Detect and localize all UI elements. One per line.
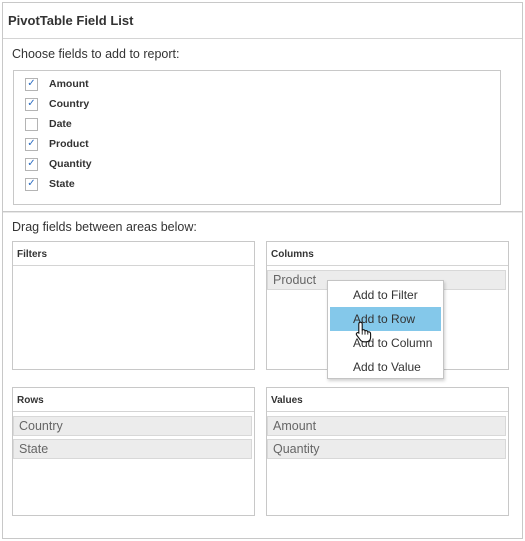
field-item-quantity[interactable]: ✓ Quantity [25,156,92,172]
section-divider [3,211,522,213]
field-label-date: Date [49,118,72,130]
values-area[interactable]: Values Amount Quantity [266,387,509,516]
field-label-quantity: Quantity [49,158,92,170]
checkbox-state[interactable]: ✓ [25,177,38,191]
values-item-amount[interactable]: Amount [267,416,506,436]
columns-area-title: Columns [267,242,508,266]
checkbox-amount[interactable]: ✓ [25,77,38,91]
field-label-product: Product [49,138,89,150]
filters-area-title: Filters [13,242,254,266]
check-icon: ✓ [27,178,36,189]
checkbox-product[interactable]: ✓ [25,137,38,151]
pivot-field-list-panel: PivotTable Field List Choose fields to a… [2,2,523,539]
rows-area[interactable]: Rows Country State [12,387,255,516]
rows-item-state[interactable]: State [13,439,252,459]
field-item-amount[interactable]: ✓ Amount [25,76,89,92]
values-item-quantity[interactable]: Quantity [267,439,506,459]
areas-section-label: Drag fields between areas below: [12,220,197,234]
field-label-amount: Amount [49,78,89,90]
field-item-date[interactable]: Date [25,116,72,132]
check-icon: ✓ [27,138,36,149]
check-icon: ✓ [27,98,36,109]
menu-item-add-to-column[interactable]: Add to Column [330,331,441,355]
checkbox-date[interactable] [25,117,38,131]
menu-item-add-to-value[interactable]: Add to Value [330,355,441,379]
field-label-state: State [49,178,75,190]
field-item-country[interactable]: ✓ Country [25,96,89,112]
panel-title: PivotTable Field List [3,3,522,39]
field-list: ✓ Amount ✓ Country Date ✓ Product ✓ Quan… [13,70,501,205]
values-area-title: Values [267,388,508,412]
check-icon: ✓ [27,158,36,169]
rows-area-title: Rows [13,388,254,412]
field-item-state[interactable]: ✓ State [25,176,75,192]
checkbox-quantity[interactable]: ✓ [25,157,38,171]
checkbox-country[interactable]: ✓ [25,97,38,111]
menu-item-add-to-row[interactable]: Add to Row [330,307,441,331]
menu-item-add-to-filter[interactable]: Add to Filter [330,283,441,307]
fields-section-label: Choose fields to add to report: [12,47,180,61]
field-context-menu: Add to Filter Add to Row Add to Column A… [327,280,444,379]
hand-pointer-icon [355,321,372,343]
field-item-product[interactable]: ✓ Product [25,136,89,152]
field-label-country: Country [49,98,90,110]
check-icon: ✓ [27,78,36,89]
rows-item-country[interactable]: Country [13,416,252,436]
filters-area[interactable]: Filters [12,241,255,370]
